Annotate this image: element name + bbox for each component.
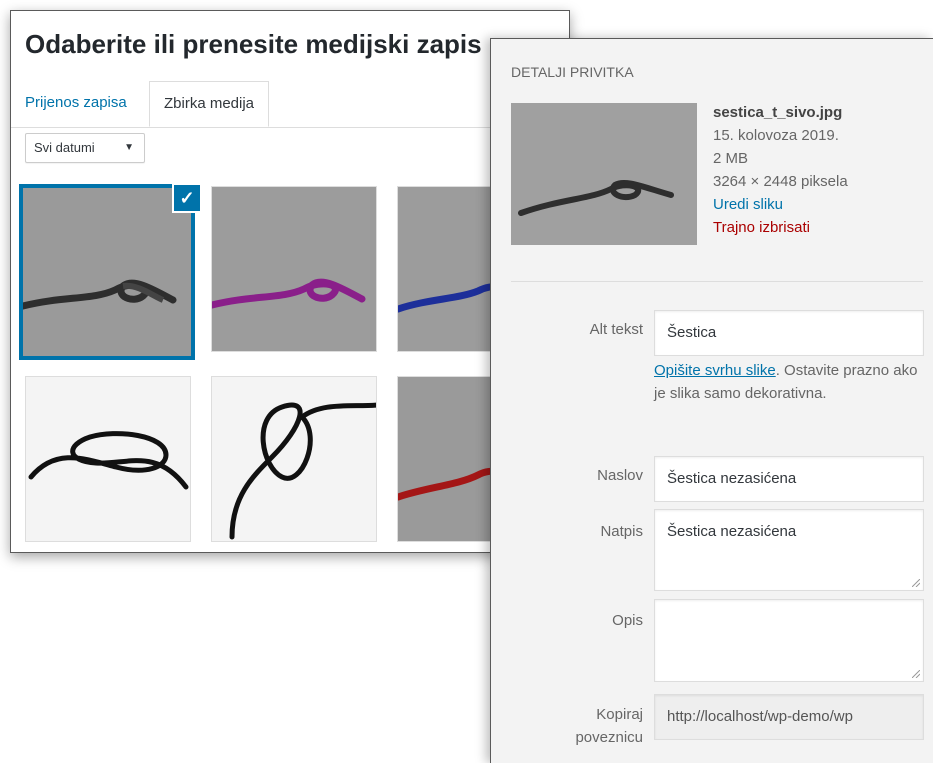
copy-link-field[interactable]: http://localhost/wp-demo/wp	[654, 694, 924, 740]
alt-text-help: Opišite svrhu slike. Ostavite prazno ako…	[654, 359, 924, 405]
edit-image-link[interactable]: Uredi sliku	[713, 193, 848, 216]
purple-rope-knot-image	[212, 187, 376, 351]
modal-title: Odaberite ili prenesite medijski zapis	[25, 29, 482, 59]
title-input[interactable]: Šestica nezasićena	[654, 456, 924, 502]
attachment-filename: sestica_t_sivo.jpg	[713, 104, 843, 121]
title-label: Naslov	[597, 467, 643, 484]
caption-label: Natpis	[600, 523, 643, 540]
attachment-size: 2 MB	[713, 150, 749, 167]
gray-rope-knot-preview	[511, 103, 697, 245]
delete-permanently-link[interactable]: Trajno izbrisati	[713, 216, 848, 239]
media-item-gray-rope-knot[interactable]	[19, 184, 195, 360]
knot-diagram-1-image	[26, 377, 190, 541]
attachment-dimensions: 3264 × 2448 piksela	[713, 173, 848, 190]
copy-link-label-line2: poveznicu	[575, 729, 643, 746]
alt-text-label: Alt tekst	[589, 321, 643, 338]
media-item-knot-diagram-2[interactable]	[211, 376, 377, 542]
attachment-details-panel: DETALJI PRIVITKA sestica_t_sivo.jpg 15. …	[490, 38, 933, 763]
date-filter-value: Svi datumi	[34, 140, 95, 155]
attachment-thumbnail[interactable]	[511, 103, 697, 245]
media-tabs: Prijenos zapisa Zbirka medija	[11, 71, 569, 128]
attachment-details-heading: DETALJI PRIVITKA	[511, 64, 634, 80]
knot-diagram-2-image	[212, 377, 376, 541]
tab-media-library[interactable]: Zbirka medija	[149, 81, 270, 127]
divider	[511, 281, 923, 282]
media-item-purple-rope-knot[interactable]	[211, 186, 377, 352]
checkmark-icon[interactable]: ✓	[172, 183, 202, 213]
resize-handle-icon[interactable]	[912, 579, 920, 587]
tab-upload[interactable]: Prijenos zapisa	[25, 81, 127, 125]
media-item-knot-diagram-1[interactable]	[25, 376, 191, 542]
gray-rope-knot-image	[23, 188, 191, 356]
description-textarea[interactable]	[654, 599, 924, 682]
copy-link-label-line1: Kopiraj	[596, 706, 643, 723]
caption-value: Šestica nezasićena	[667, 523, 797, 540]
date-filter-select[interactable]: Svi datumi ▼	[25, 133, 145, 163]
attachment-date: 15. kolovoza 2019.	[713, 127, 839, 144]
resize-handle-icon[interactable]	[912, 670, 920, 678]
copy-link-label: Kopiraj poveznicu	[575, 703, 643, 749]
describe-purpose-link[interactable]: Opišite svrhu slike	[654, 362, 776, 379]
caption-textarea[interactable]: Šestica nezasićena	[654, 509, 924, 591]
media-modal: Odaberite ili prenesite medijski zapis P…	[10, 10, 570, 553]
alt-text-input[interactable]: Šestica	[654, 310, 924, 356]
dropdown-arrow-icon: ▼	[124, 142, 134, 153]
description-label: Opis	[612, 612, 643, 629]
attachment-info: sestica_t_sivo.jpg 15. kolovoza 2019. 2 …	[713, 101, 848, 239]
